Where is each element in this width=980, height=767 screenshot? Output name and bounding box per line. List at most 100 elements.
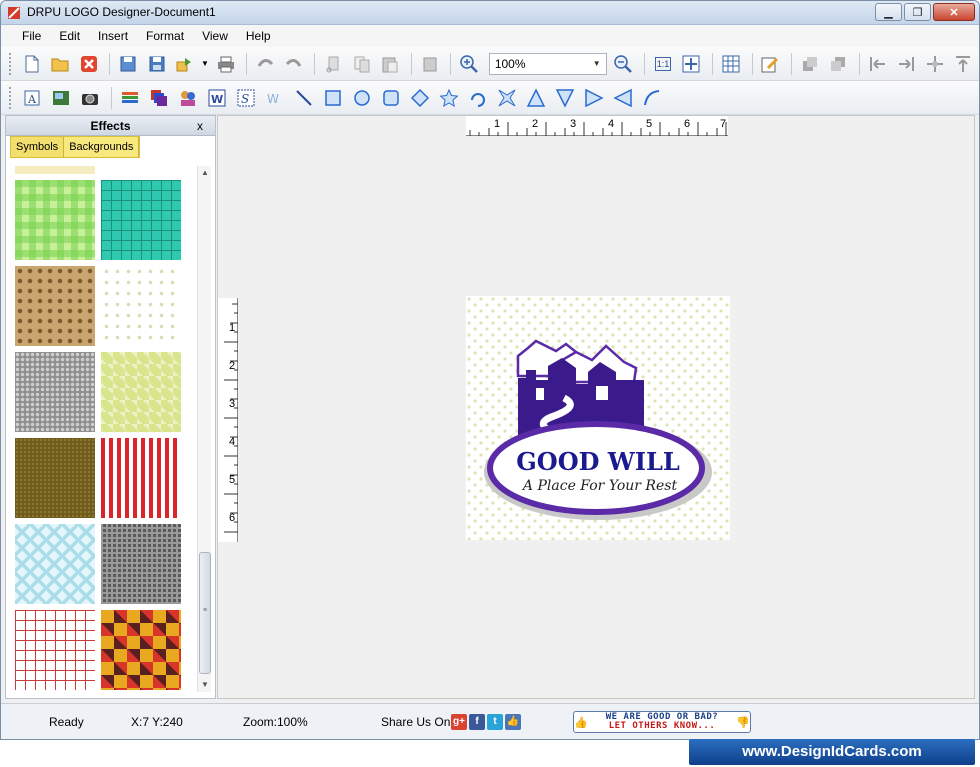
background-thumbnail[interactable] xyxy=(15,352,95,432)
scrollbar-thumb[interactable]: ≡ xyxy=(199,552,211,674)
open-button[interactable] xyxy=(47,51,73,77)
effects-panel-close-button[interactable]: x xyxy=(197,116,203,136)
star-tool-button[interactable] xyxy=(436,85,462,111)
triangle-left-tool-button[interactable] xyxy=(610,85,636,111)
background-thumbnail[interactable] xyxy=(101,352,181,432)
image-tool-button[interactable] xyxy=(48,85,74,111)
new-document-button[interactable] xyxy=(19,51,45,77)
background-thumbnail[interactable] xyxy=(101,610,181,690)
print-button[interactable] xyxy=(213,51,239,77)
copy-button[interactable] xyxy=(349,51,375,77)
undo-button[interactable] xyxy=(252,51,278,77)
rounded-rect-tool-button[interactable] xyxy=(378,85,404,111)
background-thumbnail[interactable] xyxy=(15,166,95,174)
vertical-ruler: 1 2 3 4 5 6 xyxy=(218,298,238,542)
menu-insert[interactable]: Insert xyxy=(89,29,137,43)
background-thumbnail[interactable] xyxy=(15,610,95,690)
background-thumbnail[interactable] xyxy=(101,524,181,604)
menu-edit[interactable]: Edit xyxy=(50,29,89,43)
main-toolbar: ▼ 100% ▼ 1:1 xyxy=(1,47,979,81)
scroll-up-icon[interactable]: ▲ xyxy=(198,166,212,180)
close-window-button[interactable]: ✕ xyxy=(933,3,975,21)
triangle-down-tool-button[interactable] xyxy=(552,85,578,111)
align-right-button[interactable] xyxy=(894,51,920,77)
burst-tool-button[interactable] xyxy=(494,85,520,111)
design-canvas[interactable]: 1 2 3 4 5 6 7 1 2 3 4 5 6 GOOD WILL A Pl… xyxy=(217,115,975,699)
background-thumbnail[interactable] xyxy=(15,524,95,604)
google-plus-icon[interactable]: g+ xyxy=(451,714,467,730)
zoom-in-button[interactable] xyxy=(456,51,482,77)
camera-tool-button[interactable] xyxy=(77,85,103,111)
align-center-button[interactable] xyxy=(922,51,948,77)
background-thumbnail[interactable] xyxy=(15,438,95,518)
scroll-down-icon[interactable]: ▼ xyxy=(198,678,212,692)
export-button[interactable] xyxy=(172,51,198,77)
ruler-label: 7 xyxy=(720,118,727,130)
text-tool-button[interactable]: A xyxy=(19,85,45,111)
curve-tool-button[interactable] xyxy=(639,85,665,111)
grid-button[interactable] xyxy=(718,51,744,77)
gallery-scrollbar[interactable]: ▲ ≡ ▼ xyxy=(197,166,211,692)
signature-button[interactable]: S xyxy=(233,85,259,111)
tab-symbols[interactable]: Symbols xyxy=(11,137,65,157)
thumbs-up-icon[interactable]: 👍 xyxy=(505,714,521,730)
background-thumbnail[interactable] xyxy=(101,266,181,346)
arc-tool-button[interactable] xyxy=(465,85,491,111)
feedback-banner[interactable]: 👍 WE ARE GOOD OR BAD? LET OTHERS KNOW...… xyxy=(573,711,751,733)
edit-properties-button[interactable] xyxy=(758,51,784,77)
menu-help[interactable]: Help xyxy=(237,29,280,43)
diamond-tool-button[interactable] xyxy=(407,85,433,111)
background-thumbnail[interactable] xyxy=(15,180,95,260)
share-icons: g+ f t 👍 xyxy=(451,714,521,730)
shapes-library-button[interactable] xyxy=(146,85,172,111)
menu-format[interactable]: Format xyxy=(137,29,193,43)
twitter-icon[interactable]: t xyxy=(487,714,503,730)
background-thumbnail[interactable] xyxy=(101,180,181,260)
users-tool-button[interactable] xyxy=(175,85,201,111)
actual-size-label: 1:1 xyxy=(654,56,672,71)
delete-button[interactable] xyxy=(417,51,443,77)
triangle-right-tool-button[interactable] xyxy=(581,85,607,111)
bring-to-front-button[interactable] xyxy=(797,51,823,77)
minimize-button[interactable]: ▁ xyxy=(875,3,902,21)
tab-backgrounds[interactable]: Backgrounds xyxy=(64,137,140,157)
library-tool-button[interactable] xyxy=(117,85,143,111)
background-thumbnail[interactable] xyxy=(101,438,181,518)
close-document-button[interactable] xyxy=(76,51,102,77)
export-dropdown-icon[interactable]: ▼ xyxy=(201,59,209,68)
fit-to-window-button[interactable] xyxy=(679,51,705,77)
users-icon xyxy=(181,90,195,106)
cut-button[interactable] xyxy=(320,51,346,77)
rectangle-tool-button[interactable] xyxy=(320,85,346,111)
share-label: Share Us On: xyxy=(381,715,454,729)
toolbar-grip[interactable] xyxy=(9,86,13,109)
zoom-select[interactable]: 100% ▼ xyxy=(488,52,607,75)
signature-icon: S xyxy=(237,89,255,106)
line-tool-button[interactable] xyxy=(291,85,317,111)
send-to-back-button[interactable] xyxy=(826,51,852,77)
actual-size-button[interactable]: 1:1 xyxy=(650,51,676,77)
camera-icon xyxy=(82,93,98,105)
menu-file[interactable]: File xyxy=(13,29,50,43)
restore-button[interactable]: ❐ xyxy=(904,3,931,21)
triangle-right-icon xyxy=(585,88,604,107)
save-as-button[interactable] xyxy=(144,51,170,77)
facebook-icon[interactable]: f xyxy=(469,714,485,730)
toolbar-grip[interactable] xyxy=(9,52,13,75)
watermark-button[interactable]: W xyxy=(262,85,288,111)
website-banner[interactable]: www.DesignIdCards.com xyxy=(689,739,975,765)
ruler-label: 2 xyxy=(532,118,539,130)
triangle-up-tool-button[interactable] xyxy=(523,85,549,111)
like-icon: 👍 xyxy=(574,716,588,729)
align-top-button[interactable] xyxy=(951,51,977,77)
paste-button[interactable] xyxy=(377,51,403,77)
ellipse-tool-button[interactable] xyxy=(349,85,375,111)
redo-button[interactable] xyxy=(281,51,307,77)
zoom-out-button[interactable] xyxy=(611,51,637,77)
word-art-button[interactable]: W xyxy=(204,85,230,111)
logo-design[interactable]: GOOD WILL A Place For Your Rest xyxy=(466,296,730,540)
menu-view[interactable]: View xyxy=(193,29,237,43)
background-thumbnail[interactable] xyxy=(15,266,95,346)
save-button[interactable] xyxy=(115,51,141,77)
align-left-button[interactable] xyxy=(865,51,891,77)
